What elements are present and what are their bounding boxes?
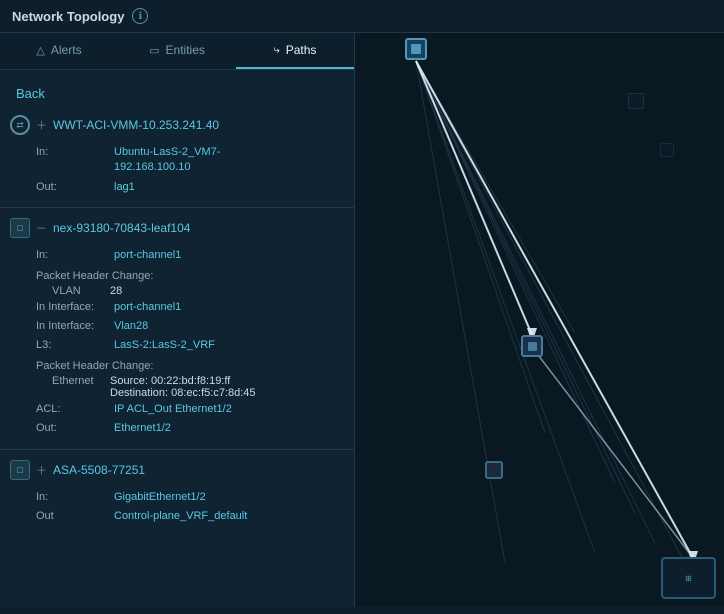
topology-node-extra2 <box>660 143 674 157</box>
node1-expand-icon[interactable]: ＋ <box>36 117 47 133</box>
packet-header-ethernet: Ethernet Source: 00:22:bd:f8:19:ff Desti… <box>36 374 338 400</box>
packet-header-label2: Packet Header Change: <box>36 356 338 374</box>
node3-details: In: GigabitEthernet1/2 Out Control-plane… <box>0 484 354 531</box>
node2-expand-icon[interactable]: － <box>36 220 47 236</box>
node1-out-row: Out: lag1 <box>36 178 338 197</box>
ethernet-row: Ethernet Source: 00:22:bd:f8:19:ff Desti… <box>52 374 338 400</box>
panel-content: Back ⇄ ＋ WWT-ACI-VMM-10.253.241.40 In: U… <box>0 70 354 607</box>
node3-out-value[interactable]: Control-plane_VRF_default <box>114 509 247 524</box>
tab-alerts-label: Alerts <box>51 43 82 57</box>
node-wwt-header[interactable]: ⇄ ＋ WWT-ACI-VMM-10.253.241.40 <box>0 111 354 139</box>
node-nex-93180: □ － nex-93180-70843-leaf104 In: port-cha… <box>0 214 354 442</box>
tab-paths-label: Paths <box>286 43 317 57</box>
node2-in-value[interactable]: port-channel1 <box>114 248 181 263</box>
node1-in-row: In: Ubuntu-LasS-2_VM7-192.168.100.10 <box>36 143 338 178</box>
ethernet-key: Ethernet <box>52 375 102 399</box>
topology-node-extra1 <box>628 93 644 109</box>
packet-header-vlan: VLAN 28 <box>36 284 338 298</box>
node2-in-row: In: port-channel1 <box>36 246 338 265</box>
topology-canvas: ⊞ <box>355 33 724 607</box>
paths-icon: ⤷ <box>274 44 280 57</box>
mid-node-inner <box>528 342 537 351</box>
node3-in-label: In: <box>36 490 106 505</box>
node2-out-row: Out: Ethernet1/2 <box>36 419 338 438</box>
tabs-bar: △ Alerts ▭ Entities ⤷ Paths <box>0 33 354 70</box>
topology-node-bottom-right[interactable]: ⊞ <box>661 557 716 599</box>
divider1 <box>0 207 354 208</box>
node2-details: In: port-channel1 Packet Header Change: … <box>0 242 354 442</box>
vlan-value: 28 <box>110 285 122 297</box>
node2-in-interface1-row: In Interface: port-channel1 <box>36 298 338 317</box>
topology-svg <box>355 33 724 607</box>
node2-acl-label: ACL: <box>36 402 106 417</box>
vlan-key: VLAN <box>52 285 102 297</box>
node2-out-label: Out: <box>36 421 106 436</box>
node2-in-label: In: <box>36 248 106 263</box>
header: Network Topology ℹ <box>0 0 724 33</box>
node3-out-label: Out <box>36 509 106 524</box>
node2-l3-value[interactable]: LasS-2:LasS-2_VRF <box>114 338 215 353</box>
node1-out-label: Out: <box>36 180 106 195</box>
node-asa-5508: □ ＋ ASA-5508-77251 In: GigabitEthernet1/… <box>0 456 354 531</box>
info-icon[interactable]: ℹ <box>132 8 148 24</box>
entities-icon: ▭ <box>149 44 159 57</box>
node3-in-row: In: GigabitEthernet1/2 <box>36 488 338 507</box>
node2-in-interface2-value[interactable]: Vlan28 <box>114 319 148 334</box>
topology-panel: ⊞ <box>355 33 724 607</box>
node1-type-icon: ⇄ <box>10 115 30 135</box>
page-title: Network Topology <box>12 9 124 24</box>
alerts-icon: △ <box>36 44 44 57</box>
vlan-row: VLAN 28 <box>52 284 338 298</box>
node3-name: ASA-5508-77251 <box>53 463 145 477</box>
node3-expand-icon[interactable]: ＋ <box>36 462 47 478</box>
node1-in-label: In: <box>36 145 106 176</box>
back-button[interactable]: Back <box>0 80 354 111</box>
node2-header[interactable]: □ － nex-93180-70843-leaf104 <box>0 214 354 242</box>
node2-acl-row: ACL: IP ACL_Out Ethernet1/2 <box>36 400 338 419</box>
node2-l3-row: L3: LasS-2:LasS-2_VRF <box>36 336 338 355</box>
ethernet-destination: Destination: 08:ec:f5:c7:8d:45 <box>110 387 256 399</box>
tab-alerts[interactable]: △ Alerts <box>0 33 118 69</box>
node3-in-value[interactable]: GigabitEthernet1/2 <box>114 490 206 505</box>
node1-in-value[interactable]: Ubuntu-LasS-2_VM7-192.168.100.10 <box>114 145 220 176</box>
tab-entities[interactable]: ▭ Entities <box>118 33 236 69</box>
topology-node-mid[interactable] <box>521 335 543 357</box>
divider2 <box>0 449 354 450</box>
bottom-right-label: ⊞ <box>685 574 692 583</box>
tab-entities-label: Entities <box>166 43 205 57</box>
node2-in-interface2-row: In Interface: Vlan28 <box>36 317 338 336</box>
main-container: △ Alerts ▭ Entities ⤷ Paths Back ⇄ ＋ WWT… <box>0 33 724 607</box>
node2-l3-label: L3: <box>36 338 106 353</box>
node2-acl-value[interactable]: IP ACL_Out Ethernet1/2 <box>114 402 232 417</box>
top-node-inner <box>411 44 421 54</box>
packet-header-label1: Packet Header Change: <box>36 266 338 284</box>
ethernet-source: Source: 00:22:bd:f8:19:ff <box>110 375 230 387</box>
node3-out-row: Out Control-plane_VRF_default <box>36 507 338 526</box>
node3-header[interactable]: □ ＋ ASA-5508-77251 <box>0 456 354 484</box>
node-wwt-aci-vmm: ⇄ ＋ WWT-ACI-VMM-10.253.241.40 In: Ubuntu… <box>0 111 354 201</box>
node1-details: In: Ubuntu-LasS-2_VM7-192.168.100.10 Out… <box>0 139 354 201</box>
node2-out-value[interactable]: Ethernet1/2 <box>114 421 171 436</box>
node2-type-icon: □ <box>10 218 30 238</box>
node1-out-value[interactable]: lag1 <box>114 180 135 195</box>
node3-type-icon: □ <box>10 460 30 480</box>
node1-name: WWT-ACI-VMM-10.253.241.40 <box>53 118 219 132</box>
tab-paths[interactable]: ⤷ Paths <box>236 33 354 69</box>
ethernet-values: Source: 00:22:bd:f8:19:ff Destination: 0… <box>110 375 256 399</box>
node2-in-interface1-value[interactable]: port-channel1 <box>114 300 181 315</box>
node2-in-interface1-label: In Interface: <box>36 300 106 315</box>
node2-in-interface2-label: In Interface: <box>36 319 106 334</box>
topology-node-bottom-left[interactable] <box>485 461 503 479</box>
node2-name: nex-93180-70843-leaf104 <box>53 221 190 235</box>
topology-node-top[interactable] <box>405 38 427 60</box>
left-panel: △ Alerts ▭ Entities ⤷ Paths Back ⇄ ＋ WWT… <box>0 33 355 607</box>
